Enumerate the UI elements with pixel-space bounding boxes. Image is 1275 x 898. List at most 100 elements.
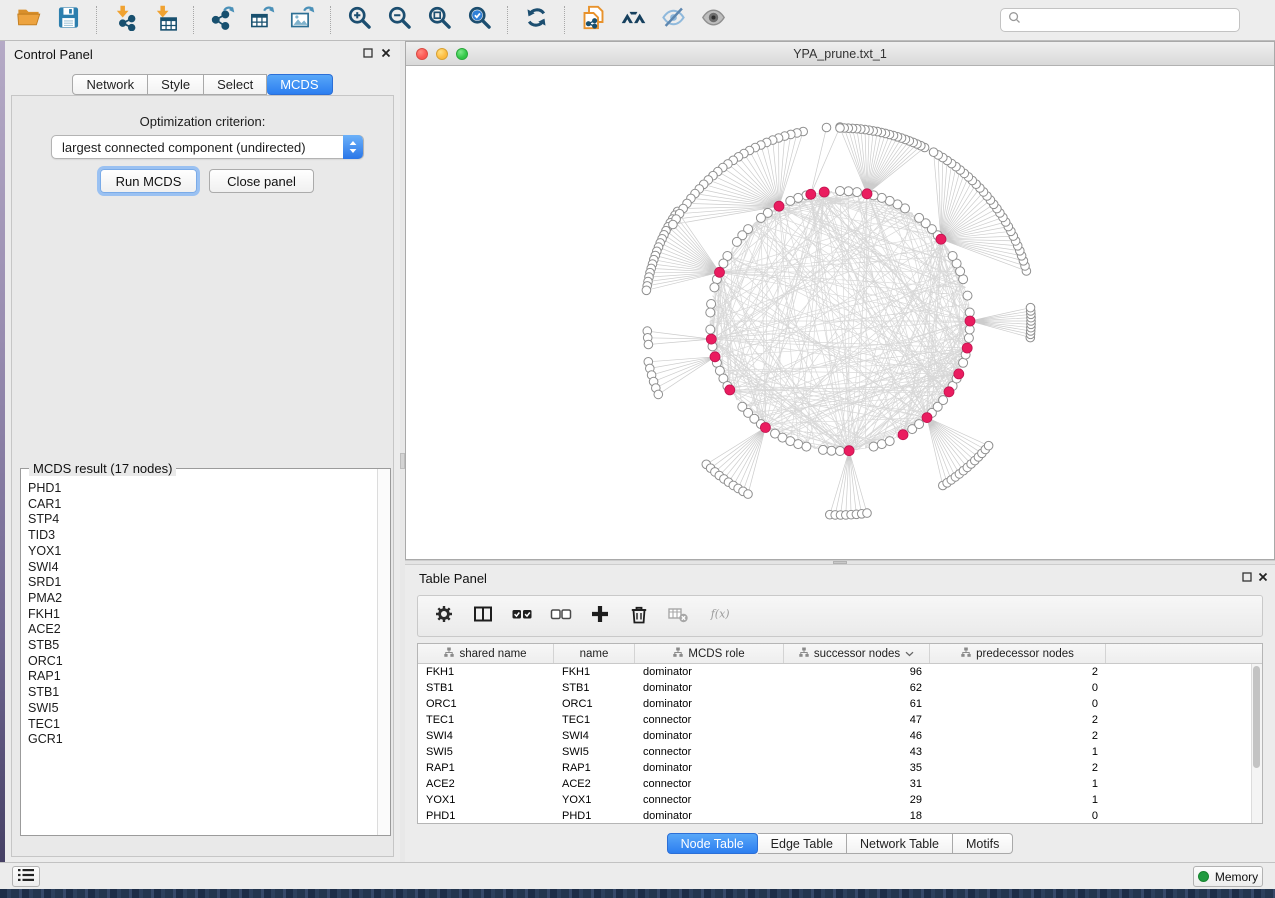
save-session-button[interactable] xyxy=(48,3,88,37)
cell-predecessor-nodes[interactable]: 2 xyxy=(930,760,1106,776)
mcds-result-item[interactable]: RAP1 xyxy=(28,669,378,685)
cell-MCDS-role[interactable]: dominator xyxy=(635,664,784,680)
table-row[interactable]: SWI4SWI4dominator462 xyxy=(418,728,1262,744)
table-row[interactable]: PHD1PHD1dominator180 xyxy=(418,808,1262,823)
cell-shared-name[interactable]: SWI5 xyxy=(418,744,554,760)
column-header-name[interactable]: name xyxy=(554,644,635,663)
add-button[interactable] xyxy=(584,600,616,632)
cell-shared-name[interactable]: RAP1 xyxy=(418,760,554,776)
close-panel-icon[interactable] xyxy=(380,47,392,59)
cell-name[interactable]: ORC1 xyxy=(554,696,635,712)
scrollbar-thumb[interactable] xyxy=(1253,666,1260,768)
cell-shared-name[interactable]: FKH1 xyxy=(418,664,554,680)
tab-node-table[interactable]: Node Table xyxy=(667,833,758,854)
hide-selected-button[interactable] xyxy=(653,3,693,37)
column-header-MCDS-role[interactable]: MCDS role xyxy=(635,644,784,663)
mcds-result-item[interactable]: TID3 xyxy=(28,528,378,544)
mcds-result-item[interactable]: SRD1 xyxy=(28,575,378,591)
cell-successor-nodes[interactable]: 61 xyxy=(784,696,930,712)
mcds-result-item[interactable]: TEC1 xyxy=(28,717,378,733)
mcds-result-item[interactable]: FKH1 xyxy=(28,607,378,623)
cell-MCDS-role[interactable]: connector xyxy=(635,776,784,792)
cell-name[interactable]: SWI5 xyxy=(554,744,635,760)
cell-shared-name[interactable]: ORC1 xyxy=(418,696,554,712)
export-image-button[interactable] xyxy=(282,3,322,37)
cell-predecessor-nodes[interactable]: 0 xyxy=(930,696,1106,712)
table-row[interactable]: TEC1TEC1connector472 xyxy=(418,712,1262,728)
zoom-out-button[interactable] xyxy=(379,3,419,37)
mcds-result-item[interactable]: CAR1 xyxy=(28,497,378,513)
table-row[interactable]: SWI5SWI5connector431 xyxy=(418,744,1262,760)
cell-shared-name[interactable]: YOX1 xyxy=(418,792,554,808)
cell-MCDS-role[interactable]: dominator xyxy=(635,696,784,712)
table-row[interactable]: STB1STB1dominator620 xyxy=(418,680,1262,696)
refresh-button[interactable] xyxy=(516,3,556,37)
tab-mcds[interactable]: MCDS xyxy=(267,74,332,95)
cell-predecessor-nodes[interactable]: 0 xyxy=(930,808,1106,823)
close-panel-icon[interactable] xyxy=(1257,571,1269,583)
import-table-button[interactable] xyxy=(145,3,185,37)
cell-name[interactable]: STB1 xyxy=(554,680,635,696)
memory-button[interactable]: Memory xyxy=(1193,866,1263,887)
first-neighbors-button[interactable] xyxy=(613,3,653,37)
task-history-button[interactable] xyxy=(12,866,40,887)
cell-successor-nodes[interactable]: 46 xyxy=(784,728,930,744)
splitter-grip[interactable] xyxy=(833,561,847,564)
search-box[interactable] xyxy=(1000,8,1240,32)
cell-predecessor-nodes[interactable]: 1 xyxy=(930,776,1106,792)
table-scrollbar[interactable] xyxy=(1251,664,1262,823)
float-panel-icon[interactable] xyxy=(362,47,374,59)
mcds-result-list[interactable]: PHD1CAR1STP4TID3YOX1SWI4SRD1PMA2FKH1ACE2… xyxy=(21,473,378,835)
cell-successor-nodes[interactable]: 47 xyxy=(784,712,930,728)
export-network-button[interactable] xyxy=(202,3,242,37)
cell-successor-nodes[interactable]: 35 xyxy=(784,760,930,776)
cell-MCDS-role[interactable]: connector xyxy=(635,712,784,728)
cell-MCDS-role[interactable]: connector xyxy=(635,792,784,808)
cell-MCDS-role[interactable]: connector xyxy=(635,744,784,760)
network-view-titlebar[interactable]: YPA_prune.txt_1 xyxy=(406,42,1274,66)
cell-MCDS-role[interactable]: dominator xyxy=(635,680,784,696)
mcds-result-item[interactable]: ACE2 xyxy=(28,622,378,638)
cell-shared-name[interactable]: PHD1 xyxy=(418,808,554,823)
cell-name[interactable]: SWI4 xyxy=(554,728,635,744)
close-panel-button[interactable]: Close panel xyxy=(209,169,314,193)
cell-name[interactable]: PHD1 xyxy=(554,808,635,823)
cell-successor-nodes[interactable]: 18 xyxy=(784,808,930,823)
deselect-all-button[interactable] xyxy=(545,600,577,632)
mcds-result-item[interactable]: YOX1 xyxy=(28,544,378,560)
tab-edge-table[interactable]: Edge Table xyxy=(758,833,847,854)
open-file-button[interactable] xyxy=(8,3,48,37)
mcds-result-item[interactable]: SWI5 xyxy=(28,701,378,717)
cell-successor-nodes[interactable]: 31 xyxy=(784,776,930,792)
cell-successor-nodes[interactable]: 96 xyxy=(784,664,930,680)
zoom-in-button[interactable] xyxy=(339,3,379,37)
tab-motifs[interactable]: Motifs xyxy=(953,833,1013,854)
mcds-result-item[interactable]: STP4 xyxy=(28,512,378,528)
cell-shared-name[interactable]: SWI4 xyxy=(418,728,554,744)
cell-successor-nodes[interactable]: 62 xyxy=(784,680,930,696)
table-row[interactable]: YOX1YOX1connector291 xyxy=(418,792,1262,808)
table-row[interactable]: ORC1ORC1dominator610 xyxy=(418,696,1262,712)
table-row[interactable]: FKH1FKH1dominator962 xyxy=(418,664,1262,680)
tab-network[interactable]: Network xyxy=(72,74,148,95)
show-all-button[interactable] xyxy=(693,3,733,37)
cell-predecessor-nodes[interactable]: 1 xyxy=(930,744,1106,760)
mcds-result-item[interactable]: PMA2 xyxy=(28,591,378,607)
float-panel-icon[interactable] xyxy=(1241,571,1253,583)
tab-network-table[interactable]: Network Table xyxy=(847,833,953,854)
cell-MCDS-role[interactable]: dominator xyxy=(635,760,784,776)
mcds-result-item[interactable]: STB5 xyxy=(28,638,378,654)
mcds-result-item[interactable]: PHD1 xyxy=(28,481,378,497)
export-table-button[interactable] xyxy=(242,3,282,37)
mcds-result-scrollbar[interactable] xyxy=(377,469,390,835)
run-mcds-button[interactable]: Run MCDS xyxy=(100,169,197,193)
search-input[interactable] xyxy=(1025,12,1239,28)
select-all-button[interactable] xyxy=(506,600,538,632)
cell-name[interactable]: TEC1 xyxy=(554,712,635,728)
mcds-result-item[interactable]: STB1 xyxy=(28,685,378,701)
column-header-predecessor-nodes[interactable]: predecessor nodes xyxy=(930,644,1106,663)
network-graph-canvas[interactable] xyxy=(406,66,1274,559)
cell-MCDS-role[interactable]: dominator xyxy=(635,808,784,823)
cell-predecessor-nodes[interactable]: 0 xyxy=(930,680,1106,696)
zoom-selected-button[interactable] xyxy=(459,3,499,37)
